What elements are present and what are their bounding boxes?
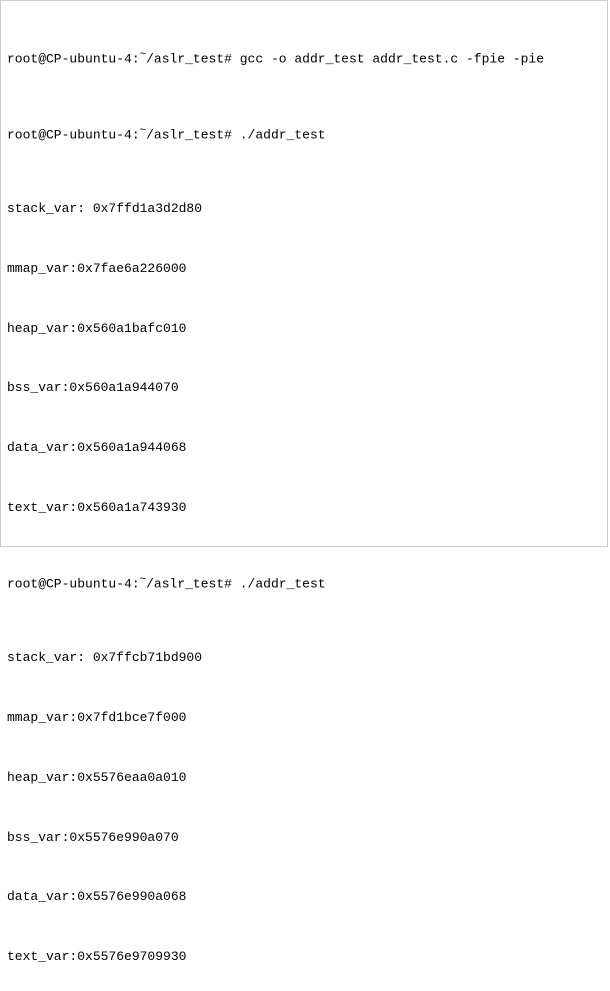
output-heap-1: heap_var:0x560a1bafc010 xyxy=(7,322,601,336)
prompt-user-host: root@CP-ubuntu-4: xyxy=(7,127,140,142)
prompt-line-1: root@CP-ubuntu-4:~/aslr_test# gcc -o add… xyxy=(7,50,601,66)
prompt-path: /aslr_test# xyxy=(146,576,240,591)
prompt-user-host: root@CP-ubuntu-4: xyxy=(7,576,140,591)
terminal-window[interactable]: root@CP-ubuntu-4:~/aslr_test# gcc -o add… xyxy=(0,0,608,547)
output-data-2: data_var:0x5576e990a068 xyxy=(7,890,601,904)
output-bss-1: bss_var:0x560a1a944070 xyxy=(7,381,601,395)
prompt-user-host: root@CP-ubuntu-4: xyxy=(7,51,140,66)
prompt-path: /aslr_test# xyxy=(146,127,240,142)
output-bss-2: bss_var:0x5576e990a070 xyxy=(7,831,601,845)
command-text: ./addr_test xyxy=(240,127,326,142)
prompt-path: /aslr_test# xyxy=(146,51,240,66)
output-text-2: text_var:0x5576e9709930 xyxy=(7,950,601,964)
output-text-1: text_var:0x560a1a743930 xyxy=(7,501,601,515)
output-mmap-1: mmap_var:0x7fae6a226000 xyxy=(7,262,601,276)
output-heap-2: heap_var:0x5576eaa0a010 xyxy=(7,771,601,785)
command-text: ./addr_test xyxy=(240,576,326,591)
output-data-1: data_var:0x560a1a944068 xyxy=(7,441,601,455)
output-stack-2: stack_var: 0x7ffcb71bd900 xyxy=(7,651,601,665)
output-mmap-2: mmap_var:0x7fd1bce7f000 xyxy=(7,711,601,725)
prompt-line-2: root@CP-ubuntu-4:~/aslr_test# ./addr_tes… xyxy=(7,126,601,142)
command-text: gcc -o addr_test addr_test.c -fpie -pie xyxy=(240,51,544,66)
output-stack-1: stack_var: 0x7ffd1a3d2d80 xyxy=(7,202,601,216)
prompt-line-3: root@CP-ubuntu-4:~/aslr_test# ./addr_tes… xyxy=(7,575,601,591)
